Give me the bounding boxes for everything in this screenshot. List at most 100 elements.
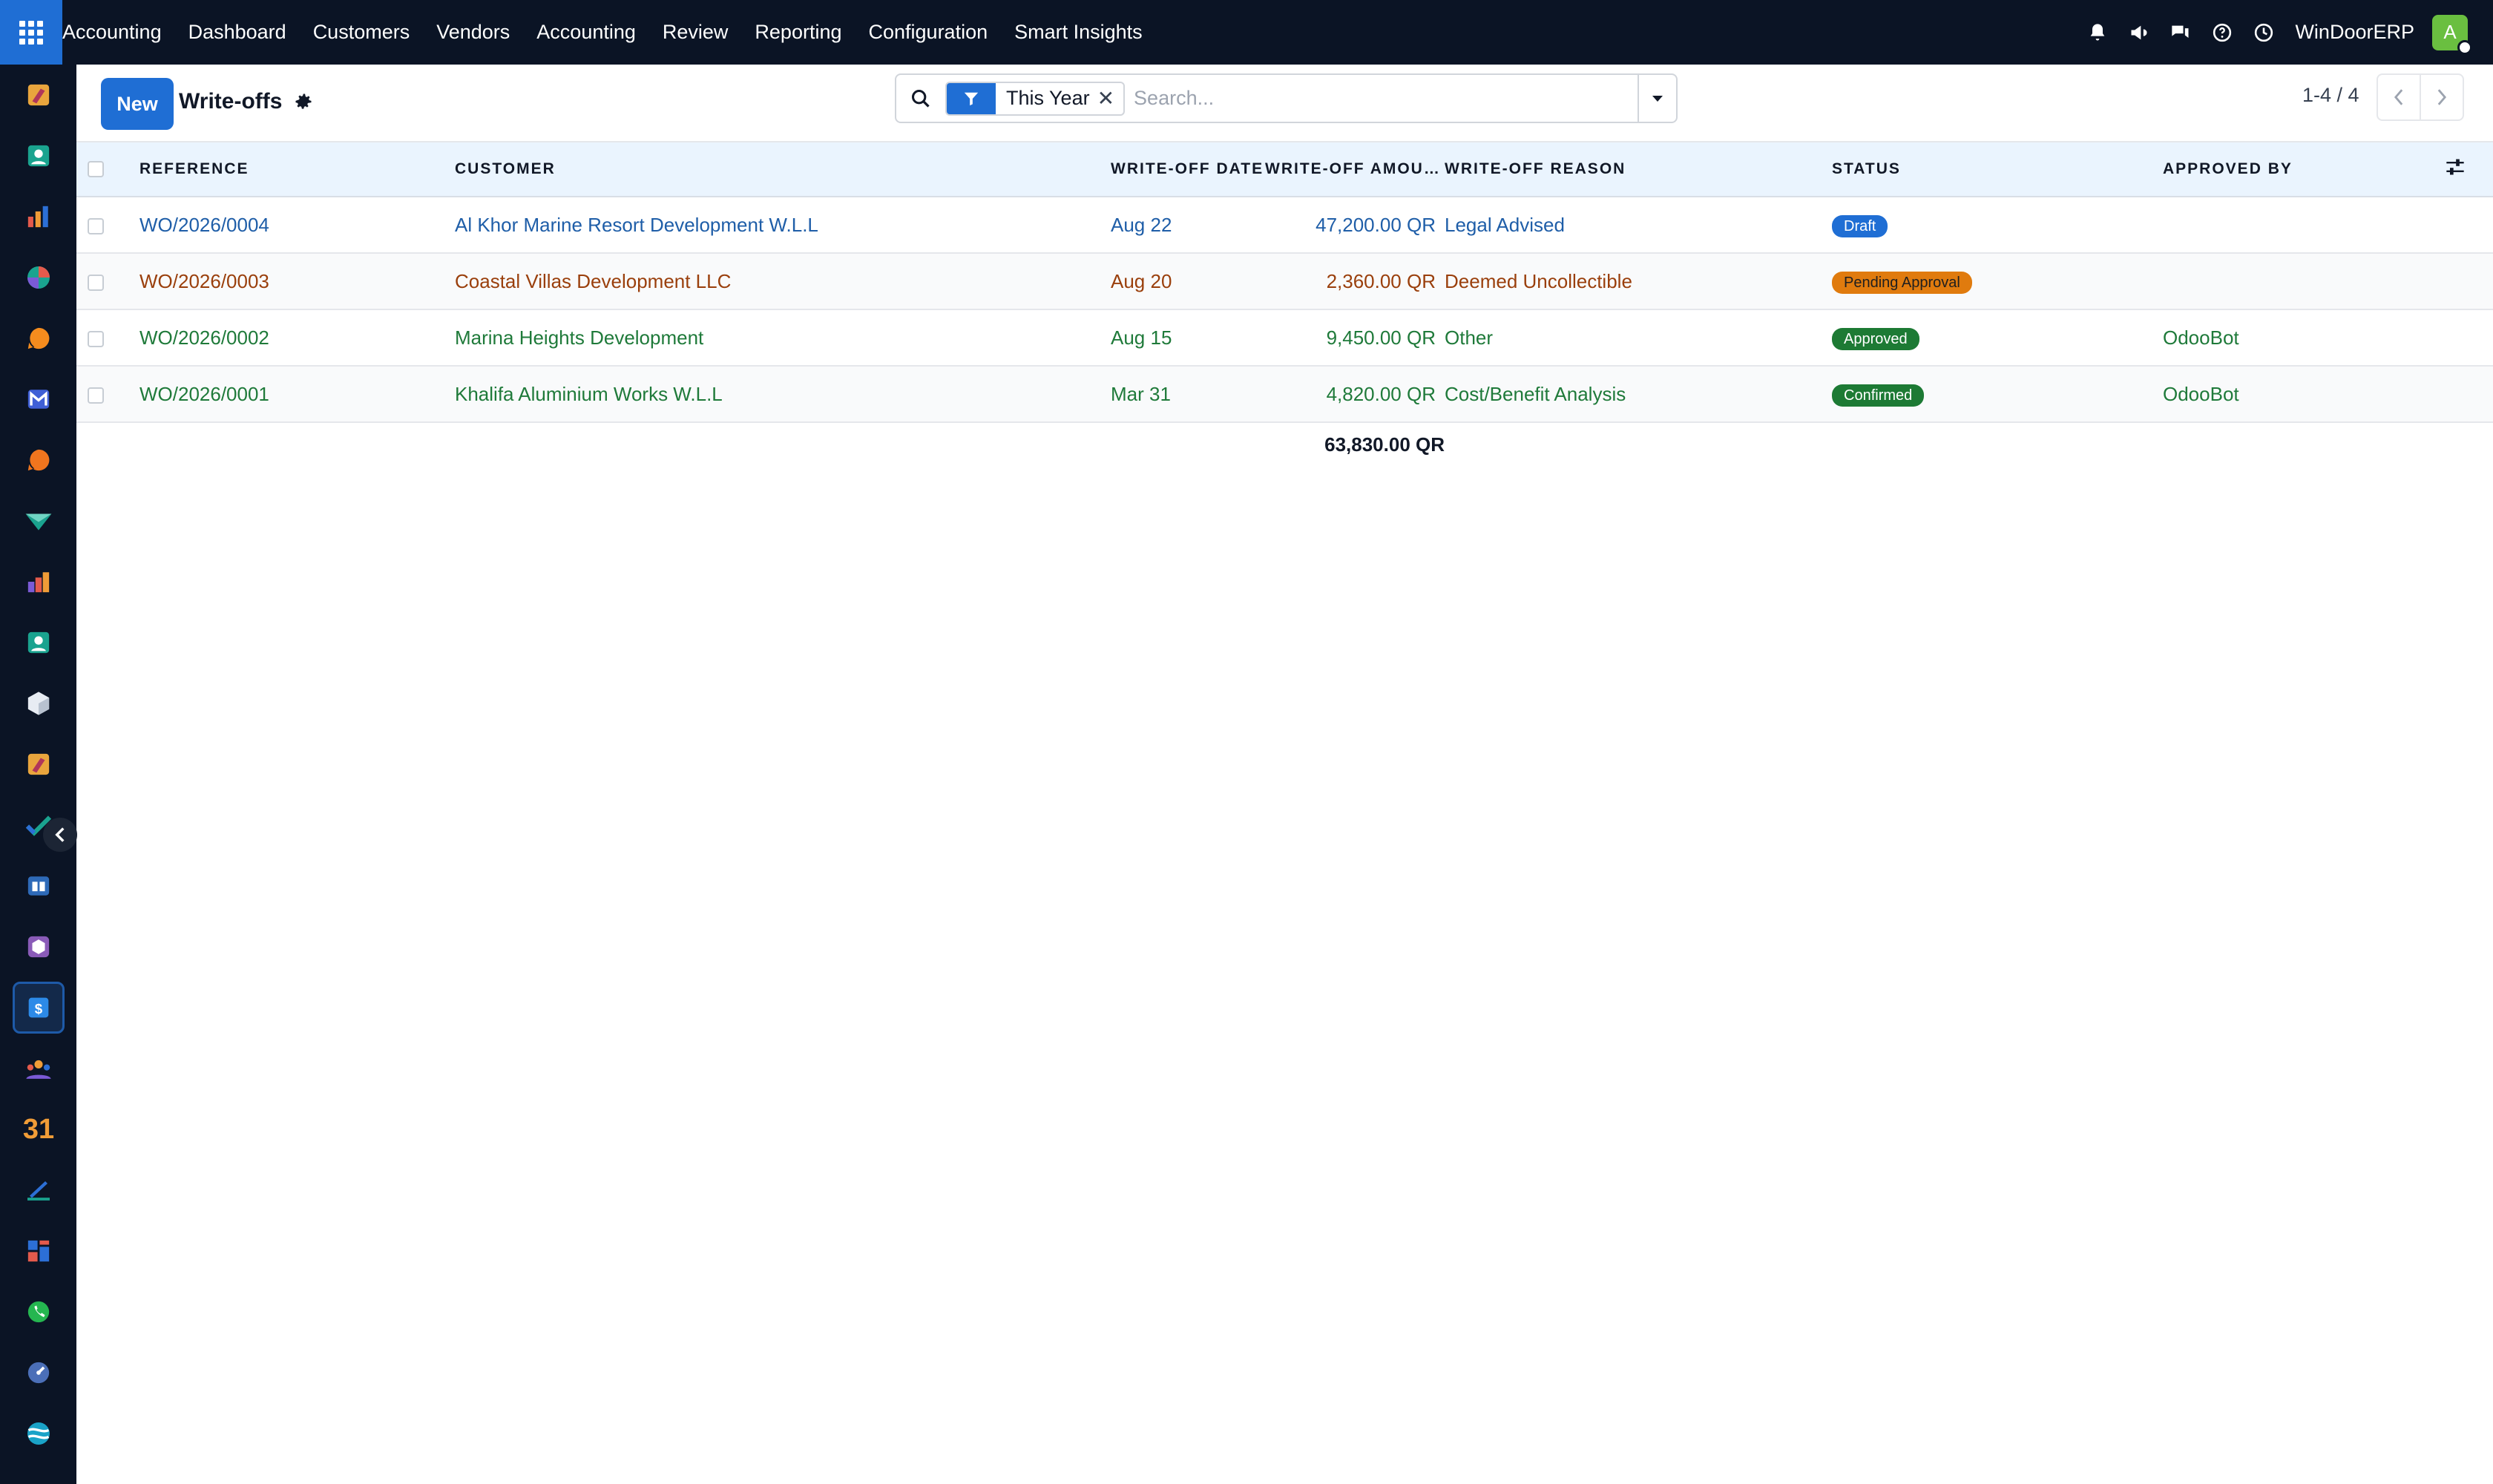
company-name[interactable]: WinDoorERP xyxy=(2295,21,2414,44)
menu-reporting[interactable]: Reporting xyxy=(755,21,841,44)
discuss-app-icon[interactable] xyxy=(13,69,65,121)
dashboard-app-icon[interactable] xyxy=(13,191,65,243)
cell-reference[interactable]: WO/2026/0001 xyxy=(139,366,455,422)
select-all-cell[interactable] xyxy=(76,142,139,197)
search-options-toggle[interactable] xyxy=(1638,75,1676,122)
cell-reason[interactable]: Deemed Uncollectible xyxy=(1445,253,1832,309)
whatsapp-app-icon[interactable] xyxy=(13,1286,65,1338)
menu-vendors[interactable]: Vendors xyxy=(436,21,510,44)
search-icon[interactable] xyxy=(896,75,945,122)
pager-previous-button[interactable] xyxy=(2377,73,2421,121)
row-select-cell[interactable] xyxy=(76,253,139,309)
contacts-app-icon[interactable] xyxy=(13,130,65,182)
column-write-off-date[interactable]: WRITE-OFF DATE xyxy=(1111,142,1265,197)
calendar-app-icon[interactable]: 31 xyxy=(13,1103,65,1155)
menu-dashboard[interactable]: Dashboard xyxy=(188,21,286,44)
cell-approved-by[interactable]: OdooBot xyxy=(2163,309,2445,366)
table-row[interactable]: WO/2026/0004 Al Khor Marine Resort Devel… xyxy=(76,197,2493,253)
apps-dashboard-icon[interactable] xyxy=(13,1225,65,1277)
timesheet-app-icon[interactable] xyxy=(13,1347,65,1399)
avatar[interactable]: A xyxy=(2432,14,2472,55)
table-row[interactable]: WO/2026/0003 Coastal Villas Development … xyxy=(76,253,2493,309)
cell-reason[interactable]: Other xyxy=(1445,309,1832,366)
page-title[interactable]: Write-offs xyxy=(179,89,282,114)
filter-facet[interactable]: This Year ✕ xyxy=(945,81,1126,116)
cell-approved-by[interactable] xyxy=(2163,253,2445,309)
cell-approved-by[interactable]: OdooBot xyxy=(2163,366,2445,422)
close-icon[interactable]: ✕ xyxy=(1097,83,1123,114)
cell-reference[interactable]: WO/2026/0004 xyxy=(139,197,455,253)
megaphone-icon[interactable] xyxy=(2124,18,2154,47)
cell-amount[interactable]: 2,360.00 QR xyxy=(1265,253,1445,309)
livechat-app-icon[interactable] xyxy=(13,312,65,364)
search-input[interactable] xyxy=(1134,76,1638,121)
table-row[interactable]: WO/2026/0001 Khalifa Aluminium Works W.L… xyxy=(76,366,2493,422)
row-checkbox[interactable] xyxy=(88,217,104,234)
cell-customer[interactable]: Al Khor Marine Resort Development W.L.L xyxy=(455,197,1111,253)
row-checkbox[interactable] xyxy=(88,387,104,404)
knowledge-app-icon[interactable] xyxy=(13,860,65,912)
app-menu-button[interactable] xyxy=(0,0,62,65)
bell-icon[interactable] xyxy=(2083,18,2112,47)
products-app-icon[interactable] xyxy=(13,921,65,973)
cell-status[interactable]: Approved xyxy=(1832,309,2163,366)
sidebar-collapse-button[interactable] xyxy=(43,818,77,852)
cell-date[interactable]: Aug 15 xyxy=(1111,309,1265,366)
column-approved-by[interactable]: APPROVED BY xyxy=(2163,142,2445,197)
cell-reference[interactable]: WO/2026/0002 xyxy=(139,309,455,366)
cell-reason[interactable]: Legal Advised xyxy=(1445,197,1832,253)
menu-configuration[interactable]: Configuration xyxy=(869,21,988,44)
cell-customer[interactable]: Coastal Villas Development LLC xyxy=(455,253,1111,309)
optional-columns-toggle[interactable] xyxy=(2445,142,2493,197)
menu-review[interactable]: Review xyxy=(663,21,729,44)
column-write-off-reason[interactable]: WRITE-OFF REASON xyxy=(1445,142,1832,197)
cell-approved-by[interactable] xyxy=(2163,197,2445,253)
inventory-app-icon[interactable] xyxy=(13,677,65,729)
sales-app-icon[interactable] xyxy=(13,495,65,547)
cell-date[interactable]: Mar 31 xyxy=(1111,366,1265,422)
discuss-app-icon-2[interactable] xyxy=(13,738,65,790)
cell-reason[interactable]: Cost/Benefit Analysis xyxy=(1445,366,1832,422)
cell-status[interactable]: Confirmed xyxy=(1832,366,2163,422)
clock-icon[interactable] xyxy=(2249,18,2279,47)
menu-accounting[interactable]: Accounting xyxy=(536,21,636,44)
select-all-checkbox[interactable] xyxy=(88,161,104,178)
new-button[interactable]: New xyxy=(101,78,174,130)
cell-reference[interactable]: WO/2026/0003 xyxy=(139,253,455,309)
cell-customer[interactable]: Marina Heights Development xyxy=(455,309,1111,366)
column-customer[interactable]: CUSTOMER xyxy=(455,142,1111,197)
pager-next-button[interactable] xyxy=(2420,73,2464,121)
row-select-cell[interactable] xyxy=(76,309,139,366)
website-app-icon[interactable] xyxy=(13,1408,65,1460)
table-row[interactable]: WO/2026/0002 Marina Heights Development … xyxy=(76,309,2493,366)
reporting-app-icon[interactable] xyxy=(13,556,65,608)
sign-app-icon[interactable] xyxy=(13,1164,65,1216)
crm-app-icon[interactable] xyxy=(13,252,65,303)
row-checkbox[interactable] xyxy=(88,330,104,347)
pager-value[interactable]: 1-4 / 4 xyxy=(2302,84,2359,107)
employees-app-icon[interactable] xyxy=(13,617,65,669)
chat-icon[interactable] xyxy=(2166,18,2195,47)
row-select-cell[interactable] xyxy=(76,197,139,253)
team-app-icon[interactable] xyxy=(13,1043,65,1094)
cell-amount[interactable]: 4,820.00 QR xyxy=(1265,366,1445,422)
cell-status[interactable]: Draft xyxy=(1832,197,2163,253)
column-status[interactable]: STATUS xyxy=(1832,142,2163,197)
menu-smart-insights[interactable]: Smart Insights xyxy=(1014,21,1143,44)
gear-icon[interactable] xyxy=(293,91,315,114)
cell-date[interactable]: Aug 22 xyxy=(1111,197,1265,253)
cell-status[interactable]: Pending Approval xyxy=(1832,253,2163,309)
accounting-app-icon[interactable]: $ xyxy=(13,982,65,1034)
cell-customer[interactable]: Khalifa Aluminium Works W.L.L xyxy=(455,366,1111,422)
column-reference[interactable]: REFERENCE xyxy=(139,142,455,197)
cell-amount[interactable]: 47,200.00 QR xyxy=(1265,197,1445,253)
email-marketing-app-icon[interactable] xyxy=(13,373,65,425)
row-checkbox[interactable] xyxy=(88,274,104,291)
cell-date[interactable]: Aug 20 xyxy=(1111,253,1265,309)
helpdesk-app-icon[interactable] xyxy=(13,434,65,486)
cell-amount[interactable]: 9,450.00 QR xyxy=(1265,309,1445,366)
menu-customers[interactable]: Customers xyxy=(313,21,410,44)
app-brand[interactable]: Accounting xyxy=(62,21,162,44)
column-write-off-amount[interactable]: WRITE-OFF AMOUNT xyxy=(1265,142,1445,197)
help-icon[interactable] xyxy=(2207,18,2237,47)
